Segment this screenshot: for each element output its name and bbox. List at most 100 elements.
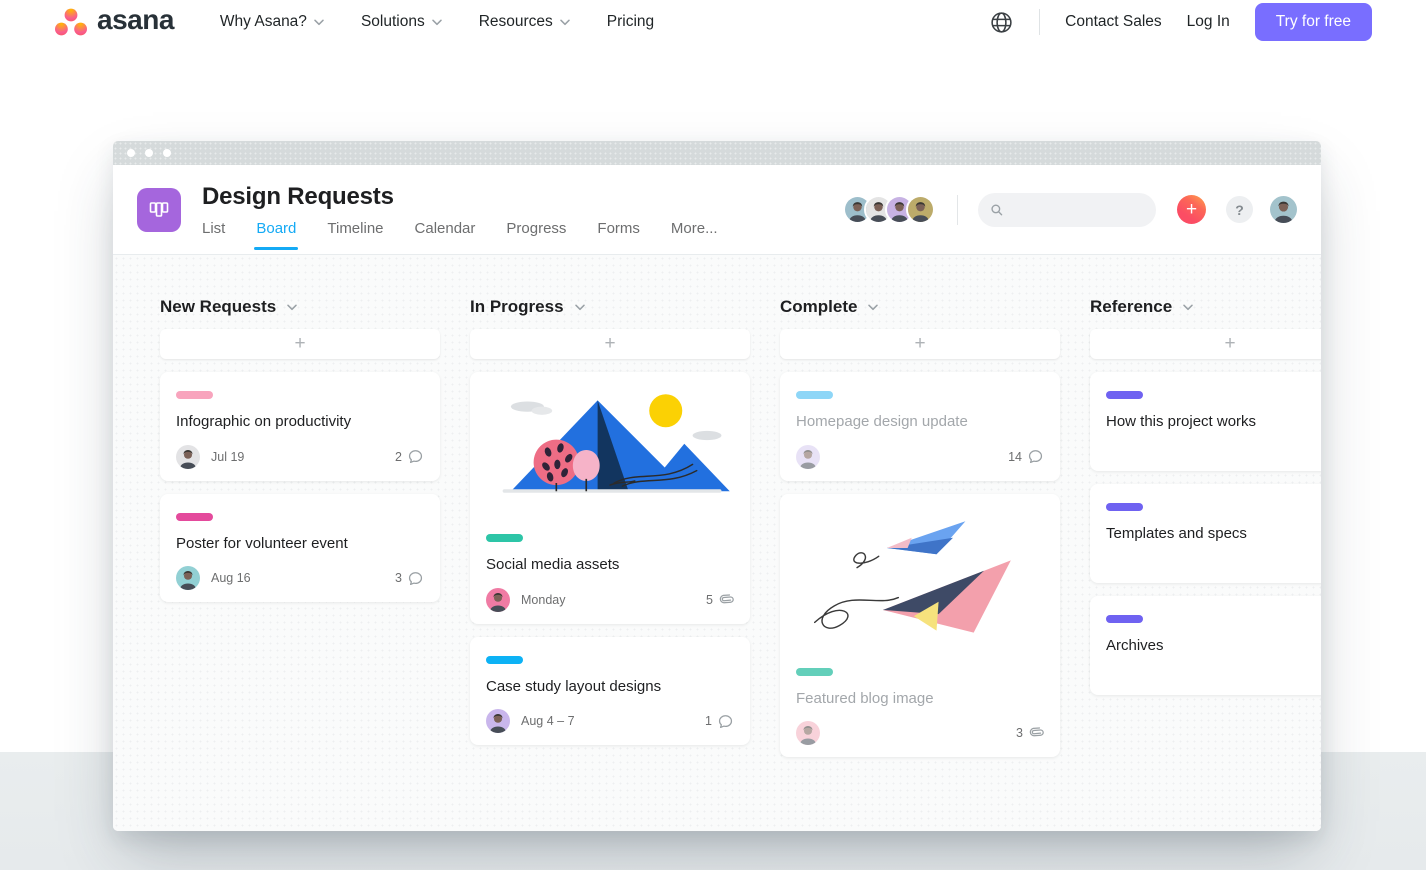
count-value: 14 xyxy=(1008,450,1022,464)
task-card[interactable]: Social media assets Monday 5 xyxy=(470,372,750,624)
search-box[interactable] xyxy=(978,193,1156,227)
add-card-button[interactable]: + xyxy=(780,329,1060,359)
board-column: In Progress + Social media assets Monday 5 C… xyxy=(470,297,750,831)
attachment-count: 3 xyxy=(1016,725,1044,741)
search-icon xyxy=(990,202,1004,218)
tab-board[interactable]: Board xyxy=(256,220,296,237)
card-title: Poster for volunteer event xyxy=(176,534,424,554)
card-assignee-avatar[interactable] xyxy=(486,588,510,612)
task-card[interactable]: Featured blog image 3 xyxy=(780,494,1060,758)
card-assignee-avatar[interactable] xyxy=(486,709,510,733)
tab-progress[interactable]: Progress xyxy=(506,220,566,237)
nav-item-label: Solutions xyxy=(361,13,425,31)
tab-timeline[interactable]: Timeline xyxy=(327,220,383,237)
project-board-icon[interactable] xyxy=(137,188,181,232)
add-card-button[interactable]: + xyxy=(1090,329,1321,359)
card-due-date: Aug 16 xyxy=(211,571,251,585)
column-header[interactable]: Complete xyxy=(780,297,1060,317)
column-header[interactable]: New Requests xyxy=(160,297,440,317)
task-card[interactable]: Infographic on productivityJul 192 xyxy=(160,372,440,481)
nav-item-label: Resources xyxy=(479,13,553,31)
chevron-down-icon xyxy=(1183,298,1193,316)
member-avatar-stack xyxy=(843,195,935,224)
tab-list[interactable]: List xyxy=(202,220,225,237)
card-tag xyxy=(176,391,213,399)
try-for-free-button[interactable]: Try for free xyxy=(1255,3,1372,41)
count-value: 1 xyxy=(705,714,712,728)
chevron-down-icon xyxy=(868,298,878,316)
nav-item-why-asana[interactable]: Why Asana? xyxy=(220,13,324,31)
create-task-button[interactable]: + xyxy=(1177,195,1206,224)
card-tag xyxy=(1106,615,1143,623)
column-title: In Progress xyxy=(470,297,564,317)
task-card[interactable]: Archives xyxy=(1090,596,1321,695)
task-card[interactable]: Poster for volunteer eventAug 163 xyxy=(160,494,440,603)
nav-divider xyxy=(1039,9,1040,35)
column-header[interactable]: Reference xyxy=(1090,297,1321,317)
card-tag xyxy=(796,391,833,399)
card-assignee-avatar[interactable] xyxy=(176,566,200,590)
nav-item-solutions[interactable]: Solutions xyxy=(361,13,442,31)
comment-count: 2 xyxy=(395,448,424,465)
window-titlebar xyxy=(113,141,1321,165)
nav-item-pricing[interactable]: Pricing xyxy=(607,13,654,31)
column-title: Reference xyxy=(1090,297,1172,317)
card-due-date: Monday xyxy=(521,593,565,607)
search-input[interactable] xyxy=(1012,202,1144,218)
top-navigation: asana Why Asana? Solutions Resources Pricin… xyxy=(0,0,1426,44)
paperclip-icon xyxy=(1028,725,1044,741)
column-header[interactable]: In Progress xyxy=(470,297,750,317)
nav-item-label: Why Asana? xyxy=(220,13,307,31)
column-title: New Requests xyxy=(160,297,276,317)
project-header: Design Requests ListBoardTimelineCalenda… xyxy=(113,165,1321,255)
add-card-button[interactable]: + xyxy=(160,329,440,359)
chevron-down-icon xyxy=(560,13,570,31)
attachment-count: 5 xyxy=(706,592,734,608)
comment-icon xyxy=(407,448,424,465)
asana-wordmark: asana xyxy=(97,6,174,38)
card-assignee-avatar[interactable] xyxy=(176,445,200,469)
task-card[interactable]: How this project works xyxy=(1090,372,1321,471)
chevron-down-icon xyxy=(575,298,585,316)
card-title: Homepage design update xyxy=(796,412,1044,432)
window-dot xyxy=(127,149,135,157)
card-tag xyxy=(176,513,213,521)
tab-more[interactable]: More... xyxy=(671,220,718,237)
header-divider xyxy=(957,195,958,225)
nav-item-resources[interactable]: Resources xyxy=(479,13,570,31)
card-footer: Aug 4 – 71 xyxy=(486,709,734,733)
app-mockup-window: Design Requests ListBoardTimelineCalenda… xyxy=(113,141,1321,831)
card-assignee-avatar[interactable] xyxy=(796,721,820,745)
comment-count: 14 xyxy=(1008,448,1044,465)
current-user-avatar[interactable] xyxy=(1270,196,1297,223)
chevron-down-icon xyxy=(432,13,442,31)
tab-calendar[interactable]: Calendar xyxy=(415,220,476,237)
card-title: Featured blog image xyxy=(796,689,1044,709)
card-tag xyxy=(1106,391,1143,399)
board-column: New Requests + Infographic on productivity… xyxy=(160,297,440,831)
contact-sales-link[interactable]: Contact Sales xyxy=(1065,13,1162,31)
card-title: Social media assets xyxy=(486,555,734,575)
card-title: How this project works xyxy=(1106,412,1321,432)
card-footer: 14 xyxy=(796,445,1044,469)
task-card[interactable]: Templates and specs xyxy=(1090,484,1321,583)
board-column: Reference + How this project works Template… xyxy=(1090,297,1321,831)
card-title: Infographic on productivity xyxy=(176,412,424,432)
card-assignee-avatar[interactable] xyxy=(796,445,820,469)
log-in-link[interactable]: Log In xyxy=(1187,13,1230,31)
comment-icon xyxy=(717,713,734,730)
kanban-board: New Requests + Infographic on productivity… xyxy=(113,255,1321,831)
asana-logo-dots-icon xyxy=(54,6,88,38)
task-card[interactable]: Homepage design update 14 xyxy=(780,372,1060,481)
add-card-button[interactable]: + xyxy=(470,329,750,359)
card-footer: 3 xyxy=(796,721,1044,745)
globe-icon[interactable] xyxy=(989,10,1014,35)
help-button[interactable]: ? xyxy=(1226,196,1253,223)
task-card[interactable]: Case study layout designs Aug 4 – 71 xyxy=(470,637,750,746)
card-title: Case study layout designs xyxy=(486,677,734,697)
member-avatar[interactable] xyxy=(906,195,935,224)
count-value: 2 xyxy=(395,450,402,464)
tab-forms[interactable]: Forms xyxy=(597,220,640,237)
window-dot xyxy=(145,149,153,157)
asana-logo[interactable]: asana xyxy=(54,6,174,38)
